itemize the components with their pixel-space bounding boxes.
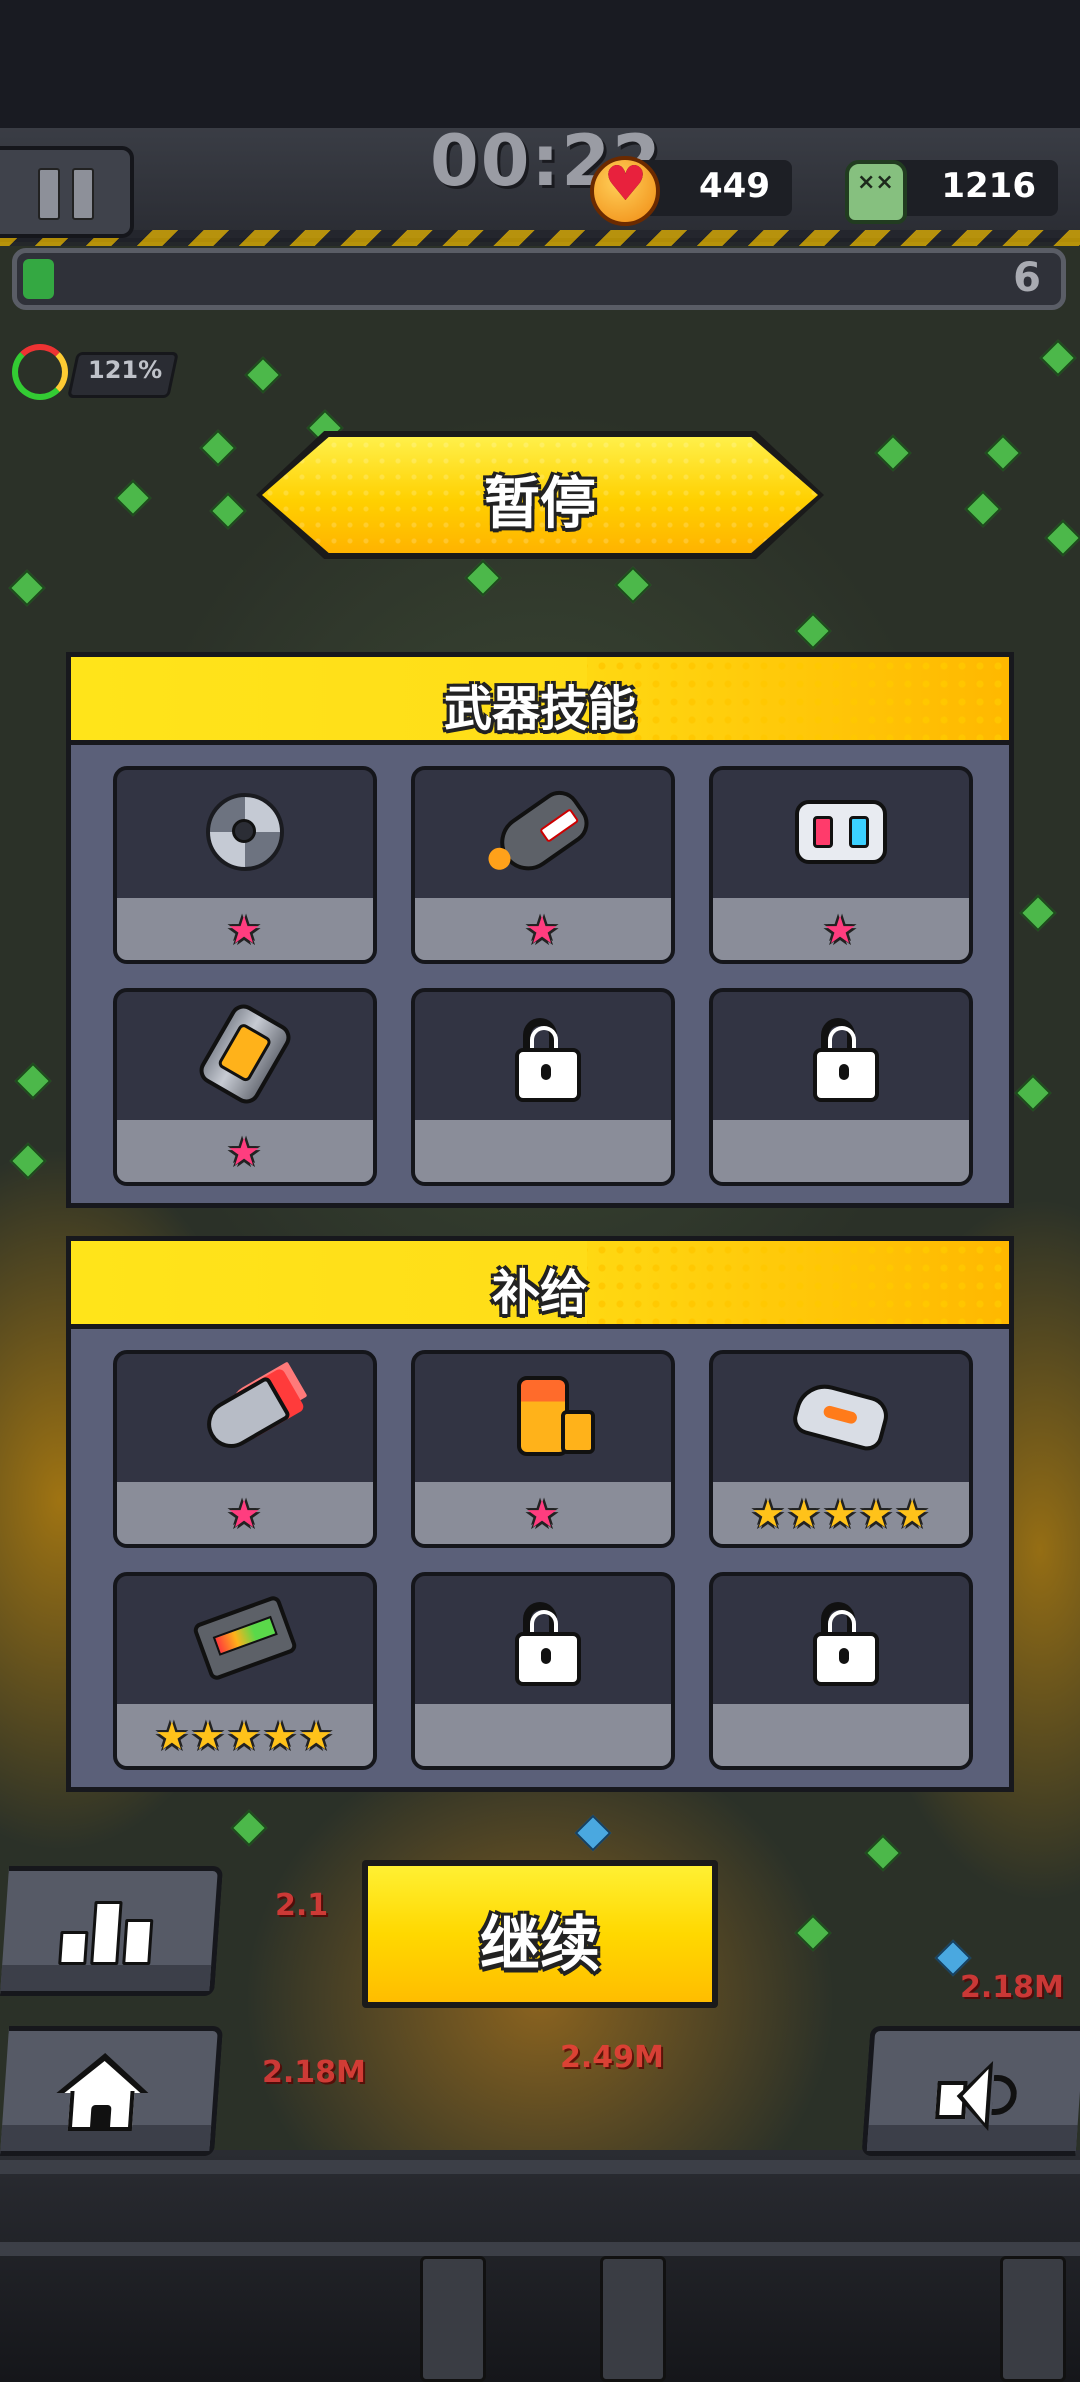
player-level: 6 — [1013, 255, 1041, 301]
battery-icon — [497, 1370, 595, 1462]
supply-slot-4[interactable]: ★★★★★ — [113, 1572, 377, 1770]
star-rating: ★ — [524, 908, 562, 952]
robot-drone-icon — [795, 786, 887, 878]
shark-missile-icon — [489, 782, 597, 882]
continue-button[interactable]: 继续 — [362, 1860, 718, 2008]
speaker-icon — [934, 2061, 1029, 2131]
shuriken-icon — [199, 786, 291, 878]
lock-icon — [795, 1008, 887, 1102]
pause-icon — [72, 168, 94, 220]
star-rating: ★★★★★ — [154, 1714, 336, 1758]
floor-area — [0, 2150, 1080, 2382]
stats-button[interactable] — [0, 1866, 224, 1996]
supplies-panel-header: 补给 — [71, 1241, 1009, 1329]
weapon-slot-1[interactable]: ★ — [113, 766, 377, 964]
star-rating: ★ — [226, 908, 264, 952]
heart-coin-icon — [590, 156, 660, 226]
supply-slot-3[interactable]: ★★★★★ — [709, 1350, 973, 1548]
floor-rail — [0, 2160, 1080, 2174]
weapon-slot-6-locked[interactable] — [709, 988, 973, 1186]
hazard-stripe — [0, 230, 1080, 246]
status-bar-area — [0, 0, 1080, 130]
pause-icon — [38, 168, 60, 220]
slot-footer — [415, 1120, 671, 1182]
floor-post — [600, 2256, 666, 2382]
star-rating: ★ — [226, 1130, 264, 1174]
star-rating: ★ — [226, 1492, 264, 1536]
pause-title-banner: 暂停 — [262, 437, 818, 553]
damage-number: 2.18M — [960, 1970, 1064, 2005]
supplies-panel-title: 补给 — [491, 1265, 588, 1321]
floor-post — [1000, 2256, 1066, 2382]
home-icon — [54, 2053, 152, 2131]
star-rating: ★ — [822, 908, 860, 952]
floor-rail — [0, 2242, 1080, 2256]
damage-number: 2.1 — [275, 1888, 329, 1923]
floor-post — [420, 2256, 486, 2382]
power-module-icon — [191, 1592, 299, 1684]
weapon-slot-3[interactable]: ★ — [709, 766, 973, 964]
canister-icon — [194, 999, 296, 1109]
weapons-panel-title: 武器技能 — [443, 681, 636, 737]
supply-slot-1[interactable]: ★ — [113, 1350, 377, 1548]
lock-icon — [497, 1592, 589, 1686]
lock-icon — [497, 1008, 589, 1102]
speed-value: 121% — [88, 356, 163, 384]
slot-footer — [713, 1704, 969, 1766]
pause-button[interactable] — [0, 146, 134, 238]
button-shade — [0, 1965, 212, 1991]
speed-gauge-icon — [12, 344, 68, 400]
zombie-head-icon — [845, 160, 907, 224]
pause-title: 暂停 — [484, 472, 596, 537]
star-rating: ★ — [524, 1492, 562, 1536]
flaming-bullet-icon — [198, 1370, 292, 1462]
supply-slot-2[interactable]: ★ — [411, 1350, 675, 1548]
supply-slot-6-locked[interactable] — [709, 1572, 973, 1770]
sound-button[interactable] — [861, 2026, 1080, 2156]
sneaker-icon — [789, 1370, 893, 1462]
slot-footer — [713, 1120, 969, 1182]
damage-number: 2.49M — [560, 2040, 664, 2075]
xp-progress-bar: 6 — [12, 248, 1066, 310]
supply-slot-5-locked[interactable] — [411, 1572, 675, 1770]
stats-bars-icon — [58, 1901, 154, 1965]
hearts-value: 449 — [699, 166, 770, 206]
lock-icon — [795, 1592, 887, 1686]
star-rating: ★★★★★ — [750, 1492, 932, 1536]
weapons-panel: 武器技能 ★ ★ ★ ★ — [66, 652, 1014, 1208]
continue-label: 继续 — [480, 1910, 600, 1980]
slot-footer — [415, 1704, 671, 1766]
kills-value: 1216 — [941, 166, 1036, 206]
supplies-panel: 补给 ★ ★ ★★★★★ ★★★★★ — [66, 1236, 1014, 1792]
weapon-slot-2[interactable]: ★ — [411, 766, 675, 964]
damage-number: 2.18M — [262, 2055, 366, 2090]
weapons-panel-header: 武器技能 — [71, 657, 1009, 745]
weapon-slot-4[interactable]: ★ — [113, 988, 377, 1186]
weapon-slot-5-locked[interactable] — [411, 988, 675, 1186]
xp-progress-fill — [23, 259, 54, 299]
home-button[interactable] — [0, 2026, 224, 2156]
